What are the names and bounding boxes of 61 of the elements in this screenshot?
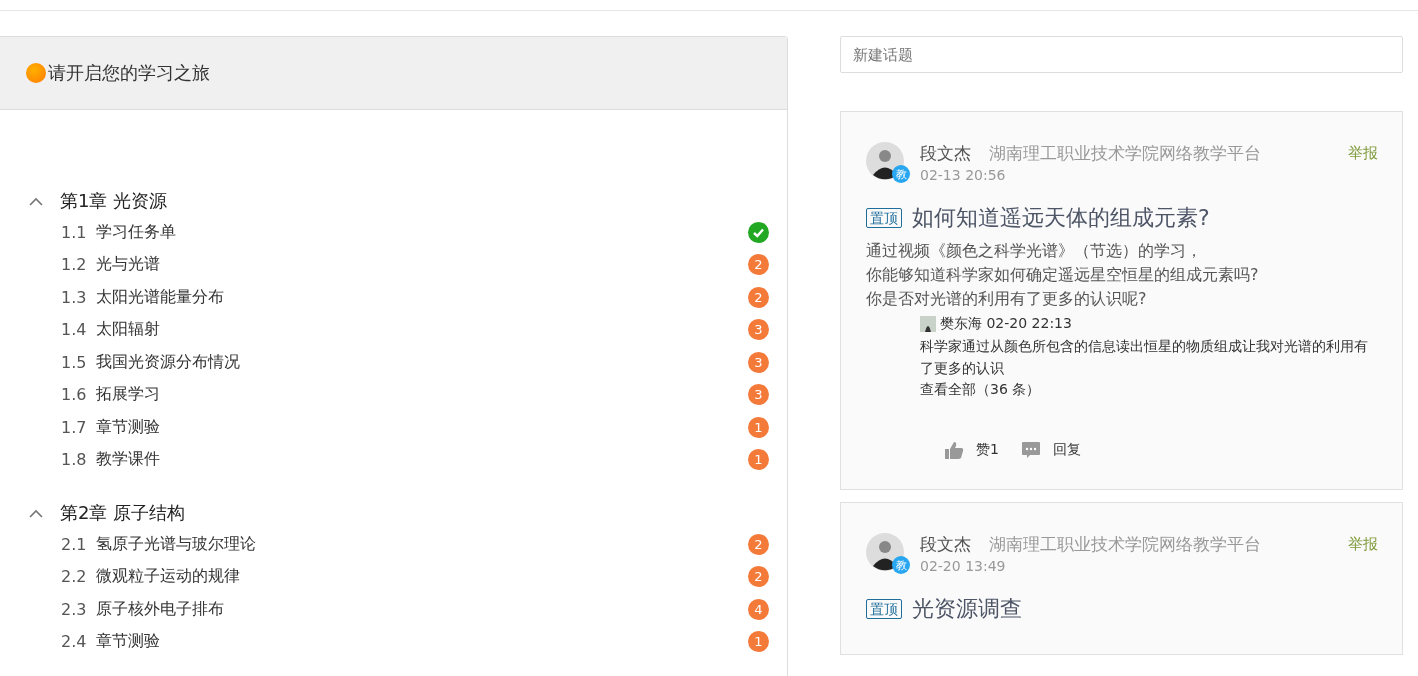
speech-bubble-icon[interactable] <box>1020 441 1041 459</box>
section-number: 1.4 <box>61 320 88 340</box>
teacher-badge: 教 <box>892 165 910 183</box>
task-count-badge: 2 <box>748 566 769 588</box>
task-count-badge: 2 <box>748 533 769 555</box>
reply-button[interactable]: 回复 <box>1052 441 1081 459</box>
section-link[interactable]: 学习任务单 <box>96 221 748 243</box>
task-count-badge: 3 <box>748 351 769 373</box>
section-link[interactable]: 太阳光谱能量分布 <box>96 286 748 308</box>
section-number: 1.3 <box>61 287 88 307</box>
topic-title[interactable]: 光资源调查 <box>912 594 1022 624</box>
section-link[interactable]: 光与光谱 <box>96 254 748 276</box>
like-button[interactable]: 赞1 <box>976 441 999 459</box>
author-name[interactable]: 段文杰 <box>920 533 971 556</box>
section-number: 1.2 <box>61 255 88 275</box>
pinned-tag: 置顶 <box>866 208 902 228</box>
task-count-badge: 1 <box>748 449 769 471</box>
thumbs-up-icon[interactable] <box>944 441 964 459</box>
section-link[interactable]: 氢原子光谱与玻尔理论 <box>96 533 748 555</box>
post-time: 02-20 13:49 <box>920 558 1007 574</box>
section-link[interactable]: 章节测验 <box>96 631 748 653</box>
task-count-badge: 2 <box>748 254 769 276</box>
section-link[interactable]: 章节测验 <box>96 416 748 438</box>
section-link[interactable]: 原子核外电子排布 <box>96 598 748 620</box>
topic-title[interactable]: 如何知道遥远天体的组成元素? <box>912 203 1210 233</box>
section-link[interactable]: 我国光资源分布情况 <box>96 351 748 373</box>
task-count-badge: 1 <box>748 416 769 438</box>
section-number: 1.8 <box>61 450 88 470</box>
section-number: 2.1 <box>61 534 88 554</box>
chapter-title[interactable]: 第1章 光资源 <box>60 189 168 213</box>
task-count-badge: 3 <box>748 384 769 406</box>
task-count-badge: 4 <box>748 598 769 620</box>
reply-author-time: 樊东海 02-20 22:13 <box>940 315 1072 333</box>
school-name: 湖南理工职业技术学院网络教学平台 <box>989 142 1261 165</box>
task-count-badge: 3 <box>748 319 769 341</box>
task-count-badge: 1 <box>748 631 769 653</box>
section-link[interactable]: 太阳辐射 <box>96 319 748 341</box>
section-number: 1.1 <box>61 222 88 242</box>
section-number: 1.7 <box>61 417 88 437</box>
new-topic-field[interactable]: 新建话题 <box>840 36 1403 73</box>
author-name[interactable]: 段文杰 <box>920 142 971 165</box>
chapter-title[interactable]: 第2章 原子结构 <box>60 501 186 525</box>
school-name: 湖南理工职业技术学院网络教学平台 <box>989 533 1261 556</box>
topic-body: 通过视频《颜色之科学光谱》（节选）的学习， 你能够知道科学家如何确定遥远星空恒星的组成元素吗? 你是否对光谱的利用有了更多的认识呢? <box>866 240 1260 310</box>
reply-text: 科学家通过从颜色所包含的信息读出恒星的物质组成让我对光谱的利用有了更多的认识 <box>920 337 1369 378</box>
section-number: 2.4 <box>61 632 88 652</box>
section-number: 1.5 <box>61 352 88 372</box>
task-count-badge: 2 <box>748 286 769 308</box>
teacher-badge: 教 <box>892 556 910 574</box>
section-number: 2.2 <box>61 567 88 587</box>
panel-title: 请开启您的学习之旅 <box>48 61 210 85</box>
section-link[interactable]: 微观粒子运动的规律 <box>96 566 748 588</box>
section-link[interactable]: 拓展学习 <box>96 384 748 406</box>
section-link[interactable]: 教学课件 <box>96 449 748 471</box>
view-all-link[interactable]: 查看全部（36 条） <box>920 381 1041 397</box>
status-dot-icon <box>26 63 46 83</box>
section-number: 1.6 <box>61 385 88 405</box>
post-time: 02-13 20:56 <box>920 167 1007 183</box>
section-number: 2.3 <box>61 599 88 619</box>
avatar-thumbnail-icon <box>920 316 936 332</box>
pinned-tag: 置顶 <box>866 599 902 619</box>
